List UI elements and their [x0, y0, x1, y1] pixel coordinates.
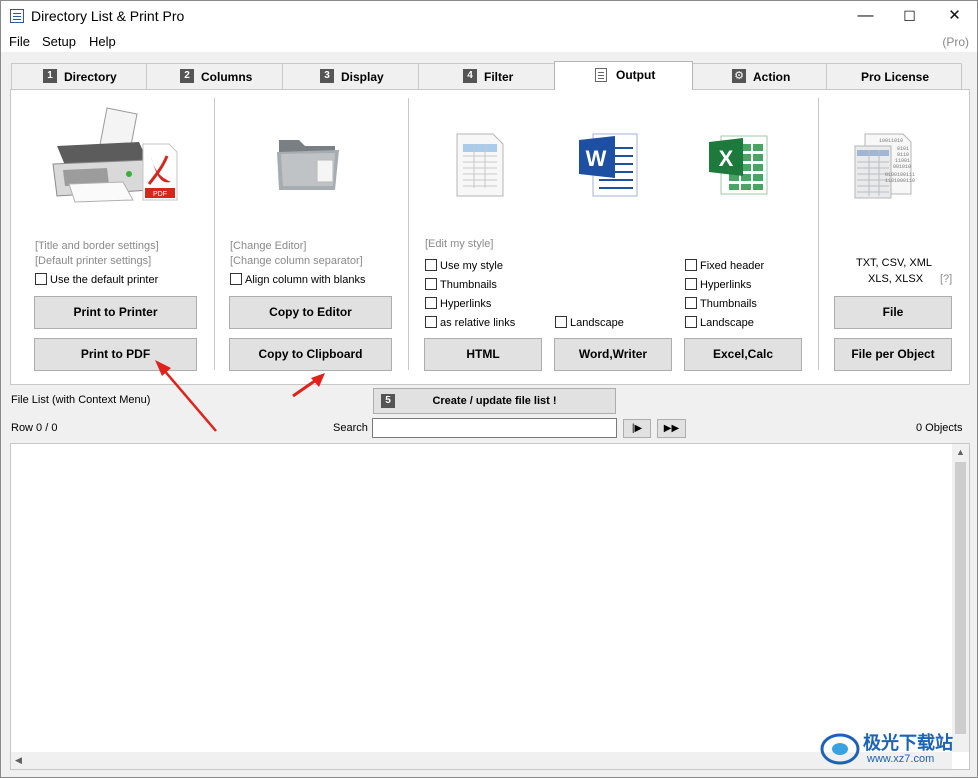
red-arrow-icon [292, 373, 325, 398]
red-arrow-icon [155, 360, 217, 432]
annotation-arrows [155, 360, 325, 432]
app-window: Directory List & Print Pro — ☐ ✕ File Se… [0, 0, 978, 778]
